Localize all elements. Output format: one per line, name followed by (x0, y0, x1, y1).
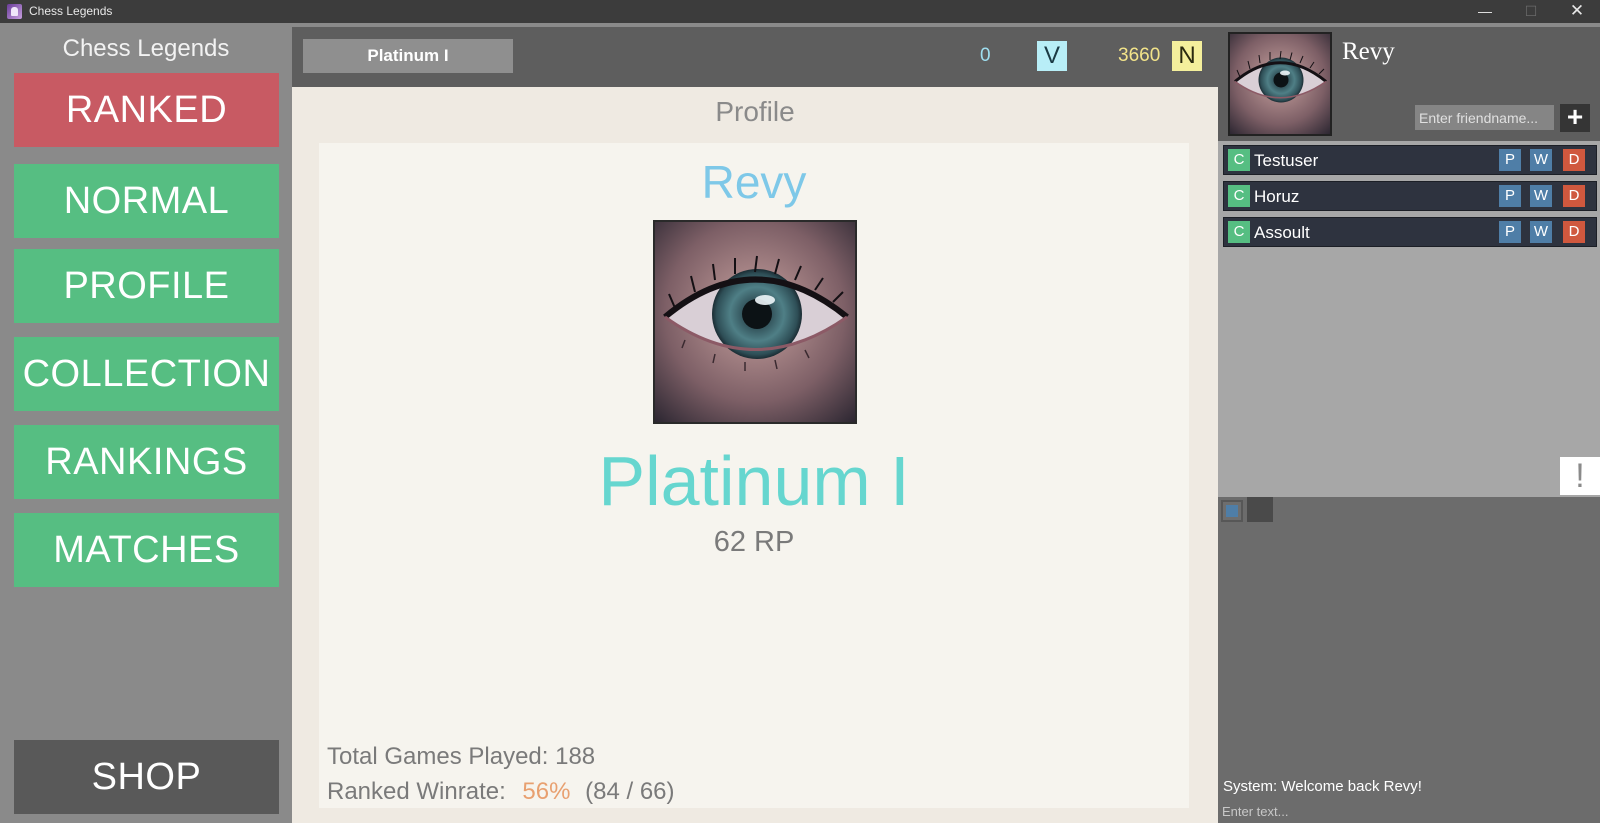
chat-message: System: Welcome back Revy! (1223, 778, 1422, 795)
profile-view: Profile Revy Platinum I 62 RP Total Game… (292, 87, 1218, 823)
chat-input[interactable] (1222, 801, 1592, 821)
currency-n-amount: 3660 (1118, 45, 1161, 66)
friend-delete-button[interactable]: D (1563, 185, 1585, 207)
friend-row[interactable]: C Assoult P W D (1223, 217, 1597, 247)
friend-w-button[interactable]: W (1530, 221, 1552, 243)
currency-n-icon: N (1172, 41, 1202, 71)
profile-card: Revy Platinum I 62 RP Total Games Played… (319, 143, 1189, 808)
profile-button[interactable]: PROFILE (14, 249, 279, 323)
maximize-button[interactable]: ☐ (1508, 0, 1554, 23)
chat-tab-secondary[interactable] (1247, 497, 1273, 522)
profile-rank-name: Platinum I (598, 442, 910, 520)
friend-chat-button[interactable]: C (1228, 149, 1250, 171)
currency-v-amount: 0 (980, 45, 991, 66)
chess-pawn-icon (7, 4, 22, 19)
app-window: Chess Legends — ☐ ✕ Chess Legends RANKED… (0, 0, 1600, 823)
title-bar: Chess Legends — ☐ ✕ (0, 0, 1600, 23)
total-games-label: Total Games Played: (327, 743, 549, 770)
main-nav-sidebar: Chess Legends RANKED NORMAL PROFILE COLL… (0, 27, 292, 823)
page-title: Profile (715, 96, 795, 127)
friend-w-button[interactable]: W (1530, 149, 1552, 171)
top-bar: Platinum I 0 V 3660 N (292, 27, 1218, 87)
shop-button[interactable]: SHOP (14, 740, 279, 814)
profile-username: Revy (701, 156, 807, 208)
eye-avatar-image (655, 222, 855, 422)
rankings-button[interactable]: RANKINGS (14, 425, 279, 499)
chat-tab-system[interactable] (1221, 500, 1243, 522)
rank-badge[interactable]: Platinum I (303, 39, 513, 73)
friend-chat-button[interactable]: C (1228, 221, 1250, 243)
ranked-winrate-stat: Ranked Winrate: 56% (84 / 66) (327, 778, 675, 806)
friend-delete-button[interactable]: D (1563, 149, 1585, 171)
currency-v-icon: V (1037, 41, 1067, 71)
total-games-value: 188 (555, 743, 596, 770)
eye-avatar-image-small (1230, 34, 1330, 134)
notification-alert-button[interactable]: ! (1560, 457, 1600, 495)
friend-p-button[interactable]: P (1499, 221, 1521, 243)
friend-delete-button[interactable]: D (1563, 221, 1585, 243)
friend-p-button[interactable]: P (1499, 185, 1521, 207)
avatar (653, 220, 857, 424)
close-button[interactable]: ✕ (1554, 0, 1600, 23)
chat-panel: System: Welcome back Revy! (1218, 497, 1600, 823)
friend-name: Testuser (1254, 151, 1319, 170)
friend-row[interactable]: C Horuz P W D (1223, 181, 1597, 211)
winrate-record: (84 / 66) (585, 778, 675, 805)
add-friend-input[interactable] (1415, 105, 1554, 130)
winrate-percent: 56% (522, 778, 571, 805)
brand-title: Chess Legends (62, 35, 230, 62)
panel-username: Revy (1342, 38, 1395, 65)
user-avatar[interactable] (1228, 32, 1332, 136)
profile-rank-points: 62 RP (713, 526, 795, 558)
normal-button[interactable]: NORMAL (14, 164, 279, 238)
collection-button[interactable]: COLLECTION (14, 337, 279, 411)
minimize-button[interactable]: — (1462, 0, 1508, 23)
friends-panel-header: Revy + (1218, 27, 1600, 141)
matches-button[interactable]: MATCHES (14, 513, 279, 587)
friend-w-button[interactable]: W (1530, 185, 1552, 207)
friend-chat-button[interactable]: C (1228, 185, 1250, 207)
window-title: Chess Legends (29, 4, 113, 18)
friend-name: Assoult (1254, 223, 1310, 242)
friend-row[interactable]: C Testuser P W D (1223, 145, 1597, 175)
friend-name: Horuz (1254, 187, 1300, 206)
ranked-button[interactable]: RANKED (14, 73, 279, 147)
total-games-stat: Total Games Played: 188 (327, 743, 595, 771)
friend-p-button[interactable]: P (1499, 149, 1521, 171)
winrate-label: Ranked Winrate: (327, 778, 506, 805)
add-friend-button[interactable]: + (1560, 103, 1590, 132)
